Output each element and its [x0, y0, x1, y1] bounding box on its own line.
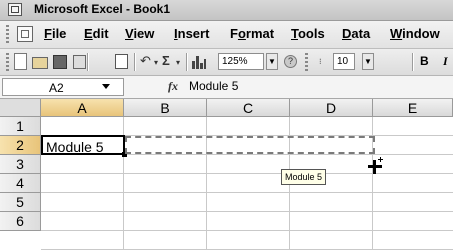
menu-format[interactable]: Format	[230, 26, 274, 41]
column-header-e[interactable]: E	[373, 99, 453, 117]
worksheet-grid[interactable]: A B C D E 1 2 3 4 5 6 Module 5 Module 5	[0, 99, 453, 250]
select-all-corner[interactable]	[0, 99, 41, 117]
row-header-3[interactable]: 3	[0, 155, 41, 174]
toolbar-separator	[412, 53, 414, 71]
toolbar-options-icon[interactable]: ⁝	[319, 57, 322, 66]
help-icon[interactable]: ?	[284, 55, 297, 68]
window-title: Microsoft Excel - Book1	[34, 2, 171, 16]
font-size-dropdown-icon[interactable]: ▼	[362, 53, 374, 70]
menu-grip[interactable]	[6, 25, 9, 44]
zoom-field[interactable]: 125%	[218, 53, 264, 70]
undo-dropdown-icon[interactable]: ▾	[154, 58, 158, 67]
column-header-c[interactable]: C	[207, 99, 290, 117]
undo-icon[interactable]: ↶	[140, 53, 151, 69]
row-header-4[interactable]: 4	[0, 174, 41, 193]
drag-tooltip: Module 5	[281, 169, 327, 185]
permission-icon[interactable]	[73, 55, 86, 69]
toolbar-separator	[134, 53, 136, 71]
italic-button[interactable]: I	[443, 54, 448, 69]
menu-tools[interactable]: Tools	[291, 26, 325, 41]
formula-input[interactable]: Module 5	[189, 79, 238, 93]
column-header-a[interactable]: A	[41, 99, 124, 117]
menu-view[interactable]: View	[125, 26, 154, 41]
zoom-dropdown-icon[interactable]: ▼	[266, 53, 278, 70]
column-header-d[interactable]: D	[290, 99, 373, 117]
row-header-2[interactable]: 2	[0, 136, 41, 155]
excel-window: Microsoft Excel - Book1 File Edit View I…	[0, 0, 453, 250]
row-header-6[interactable]: 6	[0, 212, 41, 231]
standard-toolbar: ↶ ▾ Σ ▾ 125% ▼ ? ⁝ 10 ▼ B I	[0, 49, 453, 76]
menu-data[interactable]: Data	[342, 26, 370, 41]
move-cursor-icon	[368, 157, 383, 174]
title-bar: Microsoft Excel - Book1	[0, 0, 453, 21]
print-preview-icon[interactable]	[115, 54, 128, 69]
column-header-b[interactable]: B	[124, 99, 207, 117]
row-header-1[interactable]: 1	[0, 117, 41, 136]
save-icon[interactable]	[53, 55, 67, 69]
menu-bar: File Edit View Insert Format Tools Data …	[0, 21, 453, 49]
excel-icon[interactable]	[8, 3, 22, 16]
autosum-dropdown-icon[interactable]: ▾	[176, 58, 180, 67]
toolbar-separator	[186, 53, 188, 71]
menu-insert[interactable]: Insert	[174, 26, 209, 41]
menu-edit[interactable]: Edit	[84, 26, 109, 41]
insert-function-icon[interactable]: fx	[168, 79, 178, 94]
toolbar-separator	[87, 53, 89, 71]
autosum-icon[interactable]: Σ	[162, 53, 170, 68]
active-cell-a2[interactable]	[41, 135, 125, 155]
drag-range-outline	[125, 136, 375, 154]
toolbar-grip[interactable]	[305, 53, 308, 72]
menu-file[interactable]: File	[44, 26, 66, 41]
bold-button[interactable]: B	[420, 54, 429, 68]
workbook-icon[interactable]	[17, 26, 33, 42]
row-header-5[interactable]: 5	[0, 193, 41, 212]
formula-bar: A2 fx Module 5	[0, 76, 453, 99]
toolbar-grip[interactable]	[6, 53, 9, 72]
font-size-field[interactable]: 10	[333, 53, 355, 70]
new-document-icon[interactable]	[14, 53, 27, 70]
chart-wizard-icon[interactable]	[192, 55, 206, 69]
open-folder-icon[interactable]	[32, 57, 48, 69]
menu-window[interactable]: Window	[390, 26, 440, 41]
name-box-dropdown-icon[interactable]	[102, 84, 110, 89]
